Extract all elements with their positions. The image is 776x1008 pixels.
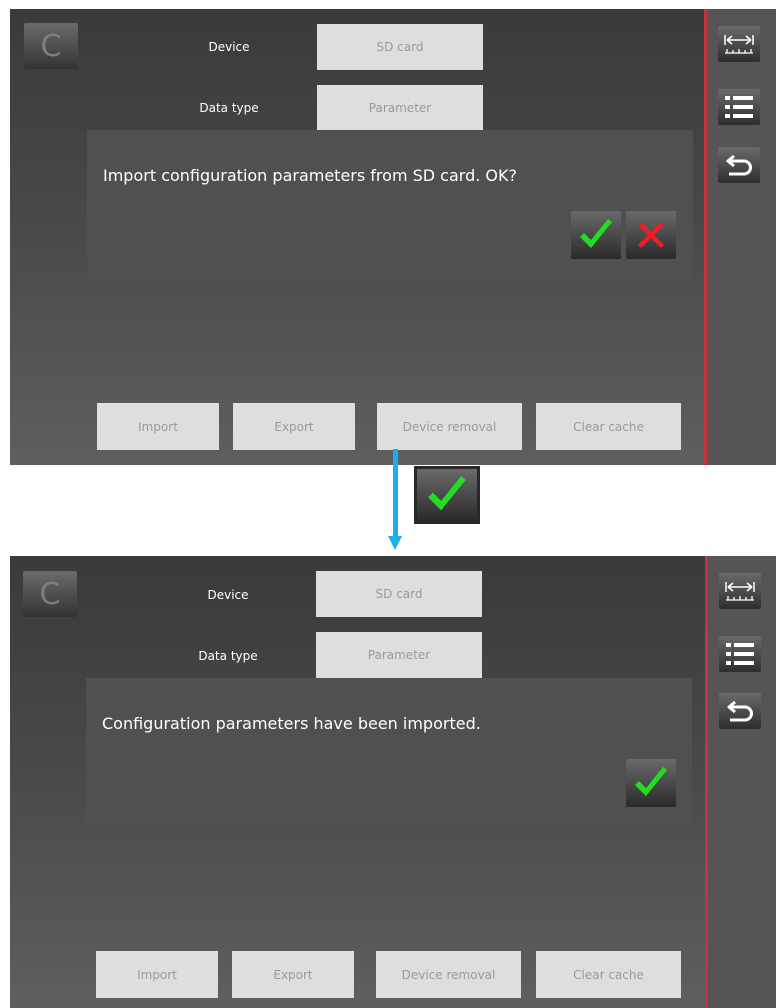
cross-icon xyxy=(638,222,664,248)
device-field[interactable]: SD card xyxy=(317,24,483,70)
data-type-field[interactable]: Parameter xyxy=(317,85,483,131)
sidebar xyxy=(707,9,776,465)
device-removal-button[interactable]: Device removal xyxy=(376,951,521,998)
import-button[interactable]: Import xyxy=(97,403,219,450)
transition-arrow-head xyxy=(388,536,402,550)
sidebar xyxy=(708,556,776,1008)
clear-button[interactable]: C xyxy=(24,23,78,69)
device-label: Device xyxy=(207,588,249,602)
list-icon xyxy=(725,96,753,118)
clear-cache-button[interactable]: Clear cache xyxy=(536,403,681,450)
transition-arrow-line xyxy=(393,449,398,539)
checkmark-icon xyxy=(428,476,466,511)
data-type-field[interactable]: Parameter xyxy=(316,632,482,678)
data-type-label: Data type xyxy=(199,101,259,115)
device-removal-button[interactable]: Device removal xyxy=(377,403,522,450)
data-type-label: Data type xyxy=(198,649,258,663)
measure-range-button[interactable] xyxy=(719,573,761,609)
screen-confirm-import: C Device SD card Data type Parameter Imp… xyxy=(10,9,776,465)
list-button[interactable] xyxy=(719,636,761,672)
ok-button[interactable] xyxy=(626,759,676,807)
confirm-dialog: Import configuration parameters from SD … xyxy=(87,130,693,280)
dialog-message: Configuration parameters have been impor… xyxy=(102,714,481,733)
info-dialog: Configuration parameters have been impor… xyxy=(86,678,692,828)
dialog-message: Import configuration parameters from SD … xyxy=(103,166,517,185)
measure-range-button[interactable] xyxy=(718,26,760,62)
list-button[interactable] xyxy=(718,89,760,125)
confirm-step-button xyxy=(417,469,477,521)
back-icon xyxy=(726,154,752,176)
checkmark-icon xyxy=(635,767,667,796)
import-button[interactable]: Import xyxy=(96,951,218,998)
clear-button[interactable]: C xyxy=(23,571,77,617)
confirm-step-indicator xyxy=(414,466,480,524)
back-icon xyxy=(727,700,753,722)
screen-import-complete: C Device SD card Data type Parameter Con… xyxy=(10,556,776,1008)
clear-cache-button[interactable]: Clear cache xyxy=(536,951,681,998)
back-button[interactable] xyxy=(719,693,761,729)
measure-range-icon xyxy=(725,582,755,601)
device-label: Device xyxy=(208,40,250,54)
export-button[interactable]: Export xyxy=(233,403,355,450)
measure-range-icon xyxy=(724,35,754,54)
list-icon xyxy=(726,643,754,665)
device-field[interactable]: SD card xyxy=(316,571,482,617)
export-button[interactable]: Export xyxy=(232,951,354,998)
confirm-button[interactable] xyxy=(571,211,621,259)
back-button[interactable] xyxy=(718,147,760,183)
checkmark-icon xyxy=(580,219,612,248)
cancel-button[interactable] xyxy=(626,211,676,259)
